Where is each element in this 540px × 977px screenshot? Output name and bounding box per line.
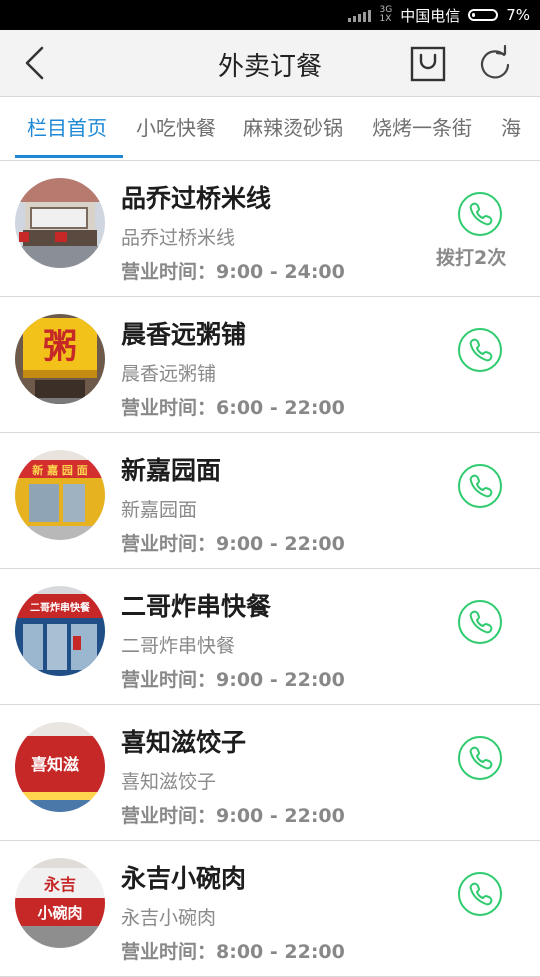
storefront-sign-text: 二哥炸串快餐 [30, 601, 91, 614]
restaurant-avatar: 新 嘉 园 面 [15, 450, 105, 540]
phone-icon [458, 328, 502, 372]
tab-bbq[interactable]: 烧烤一条街 [372, 97, 472, 160]
restaurant-avatar: 二哥炸串快餐 [15, 586, 105, 676]
cart-icon [410, 46, 446, 82]
business-hours: 营业时间：9:00 - 24:00 [121, 261, 345, 283]
business-hours: 营业时间：9:00 - 22:00 [121, 669, 345, 691]
signal-icon [348, 8, 372, 22]
app-header: 外卖订餐 [0, 30, 540, 97]
battery-level: 7% [506, 6, 530, 24]
restaurant-name: 永吉小碗肉 [121, 864, 247, 893]
cart-button[interactable] [410, 46, 446, 82]
storefront-sign-text: 喜知滋 [31, 755, 79, 774]
list-item[interactable]: 新 嘉 园 面 新嘉园面 新嘉园面 营业时间：9:00 - 22:00 [0, 433, 540, 569]
tab-seafood[interactable]: 海 [501, 97, 521, 160]
call-button[interactable] [457, 327, 503, 373]
category-tabs: 栏目首页 小吃快餐 麻辣烫砂锅 烧烤一条街 海 [0, 97, 540, 161]
active-tab-indicator [15, 155, 123, 158]
restaurant-subtitle: 永吉小碗肉 [121, 907, 217, 929]
tab-home[interactable]: 栏目首页 [27, 97, 107, 160]
restaurant-name: 晨香远粥铺 [121, 320, 247, 349]
call-button[interactable] [457, 191, 503, 237]
back-icon [25, 46, 44, 80]
restaurant-subtitle: 新嘉园面 [121, 499, 198, 521]
call-button[interactable] [457, 735, 503, 781]
phone-icon [458, 600, 502, 644]
business-hours: 营业时间：6:00 - 22:00 [121, 397, 345, 419]
business-hours: 营业时间：9:00 - 22:00 [121, 533, 345, 555]
phone-icon [458, 872, 502, 916]
network-type-bottom: 1X [379, 14, 392, 24]
status-bar: 3G 1X 中国电信 7% [0, 0, 540, 30]
restaurant-subtitle: 晨香远粥铺 [121, 363, 217, 385]
page-title: 外卖订餐 [217, 52, 322, 82]
restaurant-avatar [15, 178, 105, 268]
phone-icon [458, 464, 502, 508]
restaurant-avatar: 喜知滋 [15, 722, 105, 812]
tab-malatang[interactable]: 麻辣烫砂锅 [243, 97, 343, 160]
refresh-icon [480, 44, 510, 79]
restaurant-name: 二哥炸串快餐 [121, 592, 272, 621]
phone-icon [458, 192, 502, 236]
status-indicators: 3G 1X 中国电信 7% [348, 0, 530, 30]
list-item[interactable]: 喜知滋 喜知滋饺子 喜知滋饺子 营业时间：9:00 - 22:00 [0, 705, 540, 841]
list-item[interactable]: 品乔过桥米线 品乔过桥米线 营业时间：9:00 - 24:00 拨打2次 [0, 161, 540, 297]
storefront-sign-text: 永吉 [43, 875, 76, 894]
storefront-sign-text: 小碗肉 [37, 904, 82, 922]
tab-snacks[interactable]: 小吃快餐 [136, 97, 216, 160]
restaurant-name: 品乔过桥米线 [121, 184, 272, 213]
call-button[interactable] [457, 871, 503, 917]
network-type: 3G 1X [379, 6, 392, 24]
phone-icon [458, 736, 502, 780]
restaurant-subtitle: 二哥炸串快餐 [121, 635, 236, 657]
call-button[interactable] [457, 599, 503, 645]
battery-icon [468, 9, 499, 21]
business-hours: 营业时间：9:00 - 22:00 [121, 805, 345, 827]
list-item[interactable]: 粥 晨香远粥铺 晨香远粥铺 营业时间：6:00 - 22:00 [0, 297, 540, 433]
back-button[interactable] [18, 45, 52, 81]
carrier-name: 中国电信 [400, 6, 461, 25]
call-button[interactable] [457, 463, 503, 509]
restaurant-avatar: 粥 [15, 314, 105, 404]
restaurant-subtitle: 喜知滋饺子 [121, 771, 217, 793]
restaurant-subtitle: 品乔过桥米线 [121, 227, 236, 249]
restaurant-list: 品乔过桥米线 品乔过桥米线 营业时间：9:00 - 24:00 拨打2次 粥 晨… [0, 161, 540, 977]
restaurant-avatar: 永吉 小碗肉 [15, 858, 105, 948]
storefront-sign-text: 粥 [43, 327, 77, 367]
storefront-sign-text: 新 嘉 园 面 [32, 463, 88, 477]
refresh-button[interactable] [476, 44, 514, 83]
restaurant-name: 新嘉园面 [121, 456, 222, 485]
call-count: 拨打2次 [436, 247, 507, 269]
list-item[interactable]: 永吉 小碗肉 永吉小碗肉 永吉小碗肉 营业时间：8:00 - 22:00 [0, 841, 540, 977]
list-item[interactable]: 二哥炸串快餐 二哥炸串快餐 二哥炸串快餐 营业时间：9:00 - 22:00 [0, 569, 540, 705]
restaurant-name: 喜知滋饺子 [121, 728, 247, 757]
